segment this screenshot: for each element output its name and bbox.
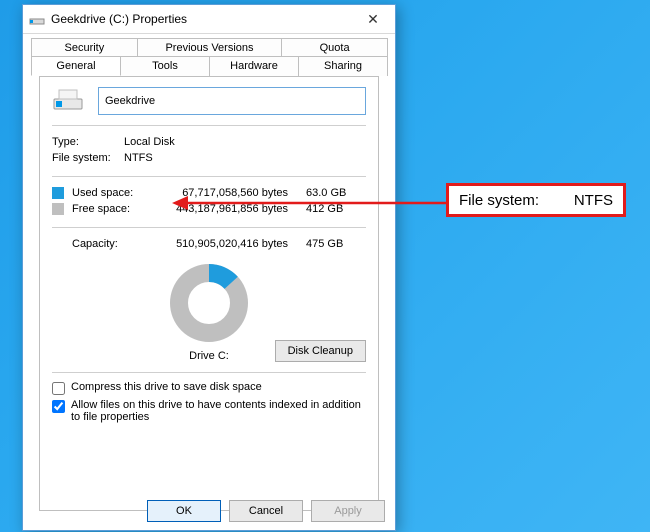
tab-general[interactable]: General <box>31 56 121 76</box>
used-bytes: 67,717,058,560 bytes <box>156 187 306 199</box>
divider <box>52 176 366 177</box>
divider <box>52 372 366 373</box>
callout-box: File system: NTFS <box>446 183 626 217</box>
index-label: Allow files on this drive to have conten… <box>71 399 366 423</box>
callout-value: NTFS <box>574 192 613 209</box>
capacity-hr: 475 GB <box>306 238 360 250</box>
cancel-button[interactable]: Cancel <box>229 500 303 522</box>
tab-quota[interactable]: Quota <box>281 38 388 57</box>
titlebar[interactable]: Geekdrive (C:) Properties ✕ <box>23 5 395 34</box>
disk-cleanup-button[interactable]: Disk Cleanup <box>275 340 366 362</box>
tab-security[interactable]: Security <box>31 38 138 57</box>
close-button[interactable]: ✕ <box>351 5 395 33</box>
drive-icon <box>29 11 45 27</box>
compress-label: Compress this drive to save disk space <box>71 381 262 393</box>
dialog-buttons: OK Cancel Apply <box>147 500 385 522</box>
used-space-row: Used space: 67,717,058,560 bytes 63.0 GB <box>52 185 366 201</box>
filesystem-row: File system: NTFS <box>52 150 366 166</box>
index-checkbox[interactable] <box>52 400 65 413</box>
free-bytes: 443,187,961,856 bytes <box>156 203 306 215</box>
used-legend-icon <box>52 187 64 199</box>
tab-previous-versions[interactable]: Previous Versions <box>137 38 282 57</box>
general-panel: Type: Local Disk File system: NTFS Used … <box>39 76 379 511</box>
window-title: Geekdrive (C:) Properties <box>51 12 351 26</box>
tab-sharing[interactable]: Sharing <box>298 56 388 76</box>
tab-tools[interactable]: Tools <box>120 56 210 76</box>
type-value: Local Disk <box>124 136 175 148</box>
drive-large-icon <box>52 87 84 115</box>
tab-hardware[interactable]: Hardware <box>209 56 299 76</box>
type-row: Type: Local Disk <box>52 134 366 150</box>
divider <box>52 227 366 228</box>
ok-button[interactable]: OK <box>147 500 221 522</box>
filesystem-label: File system: <box>52 152 124 164</box>
free-legend-icon <box>52 203 64 215</box>
divider <box>52 125 366 126</box>
free-space-row: Free space: 443,187,961,856 bytes 412 GB <box>52 201 366 217</box>
index-checkbox-row[interactable]: Allow files on this drive to have conten… <box>52 399 366 423</box>
capacity-label: Capacity: <box>72 238 156 250</box>
compress-checkbox[interactable] <box>52 382 65 395</box>
drive-name-input[interactable] <box>98 87 366 115</box>
used-hr: 63.0 GB <box>306 187 360 199</box>
type-label: Type: <box>52 136 124 148</box>
free-label: Free space: <box>72 203 156 215</box>
properties-dialog: Geekdrive (C:) Properties ✕ Security Pre… <box>22 4 396 531</box>
capacity-bytes: 510,905,020,416 bytes <box>156 238 306 250</box>
tab-strip: Security Previous Versions Quota General… <box>23 34 395 511</box>
callout-label: File system: <box>459 192 574 209</box>
apply-button: Apply <box>311 500 385 522</box>
compress-checkbox-row[interactable]: Compress this drive to save disk space <box>52 381 366 395</box>
disk-usage-donut <box>166 260 252 346</box>
filesystem-value: NTFS <box>124 152 153 164</box>
used-label: Used space: <box>72 187 156 199</box>
free-hr: 412 GB <box>306 203 360 215</box>
capacity-row: Capacity: 510,905,020,416 bytes 475 GB <box>52 236 366 252</box>
